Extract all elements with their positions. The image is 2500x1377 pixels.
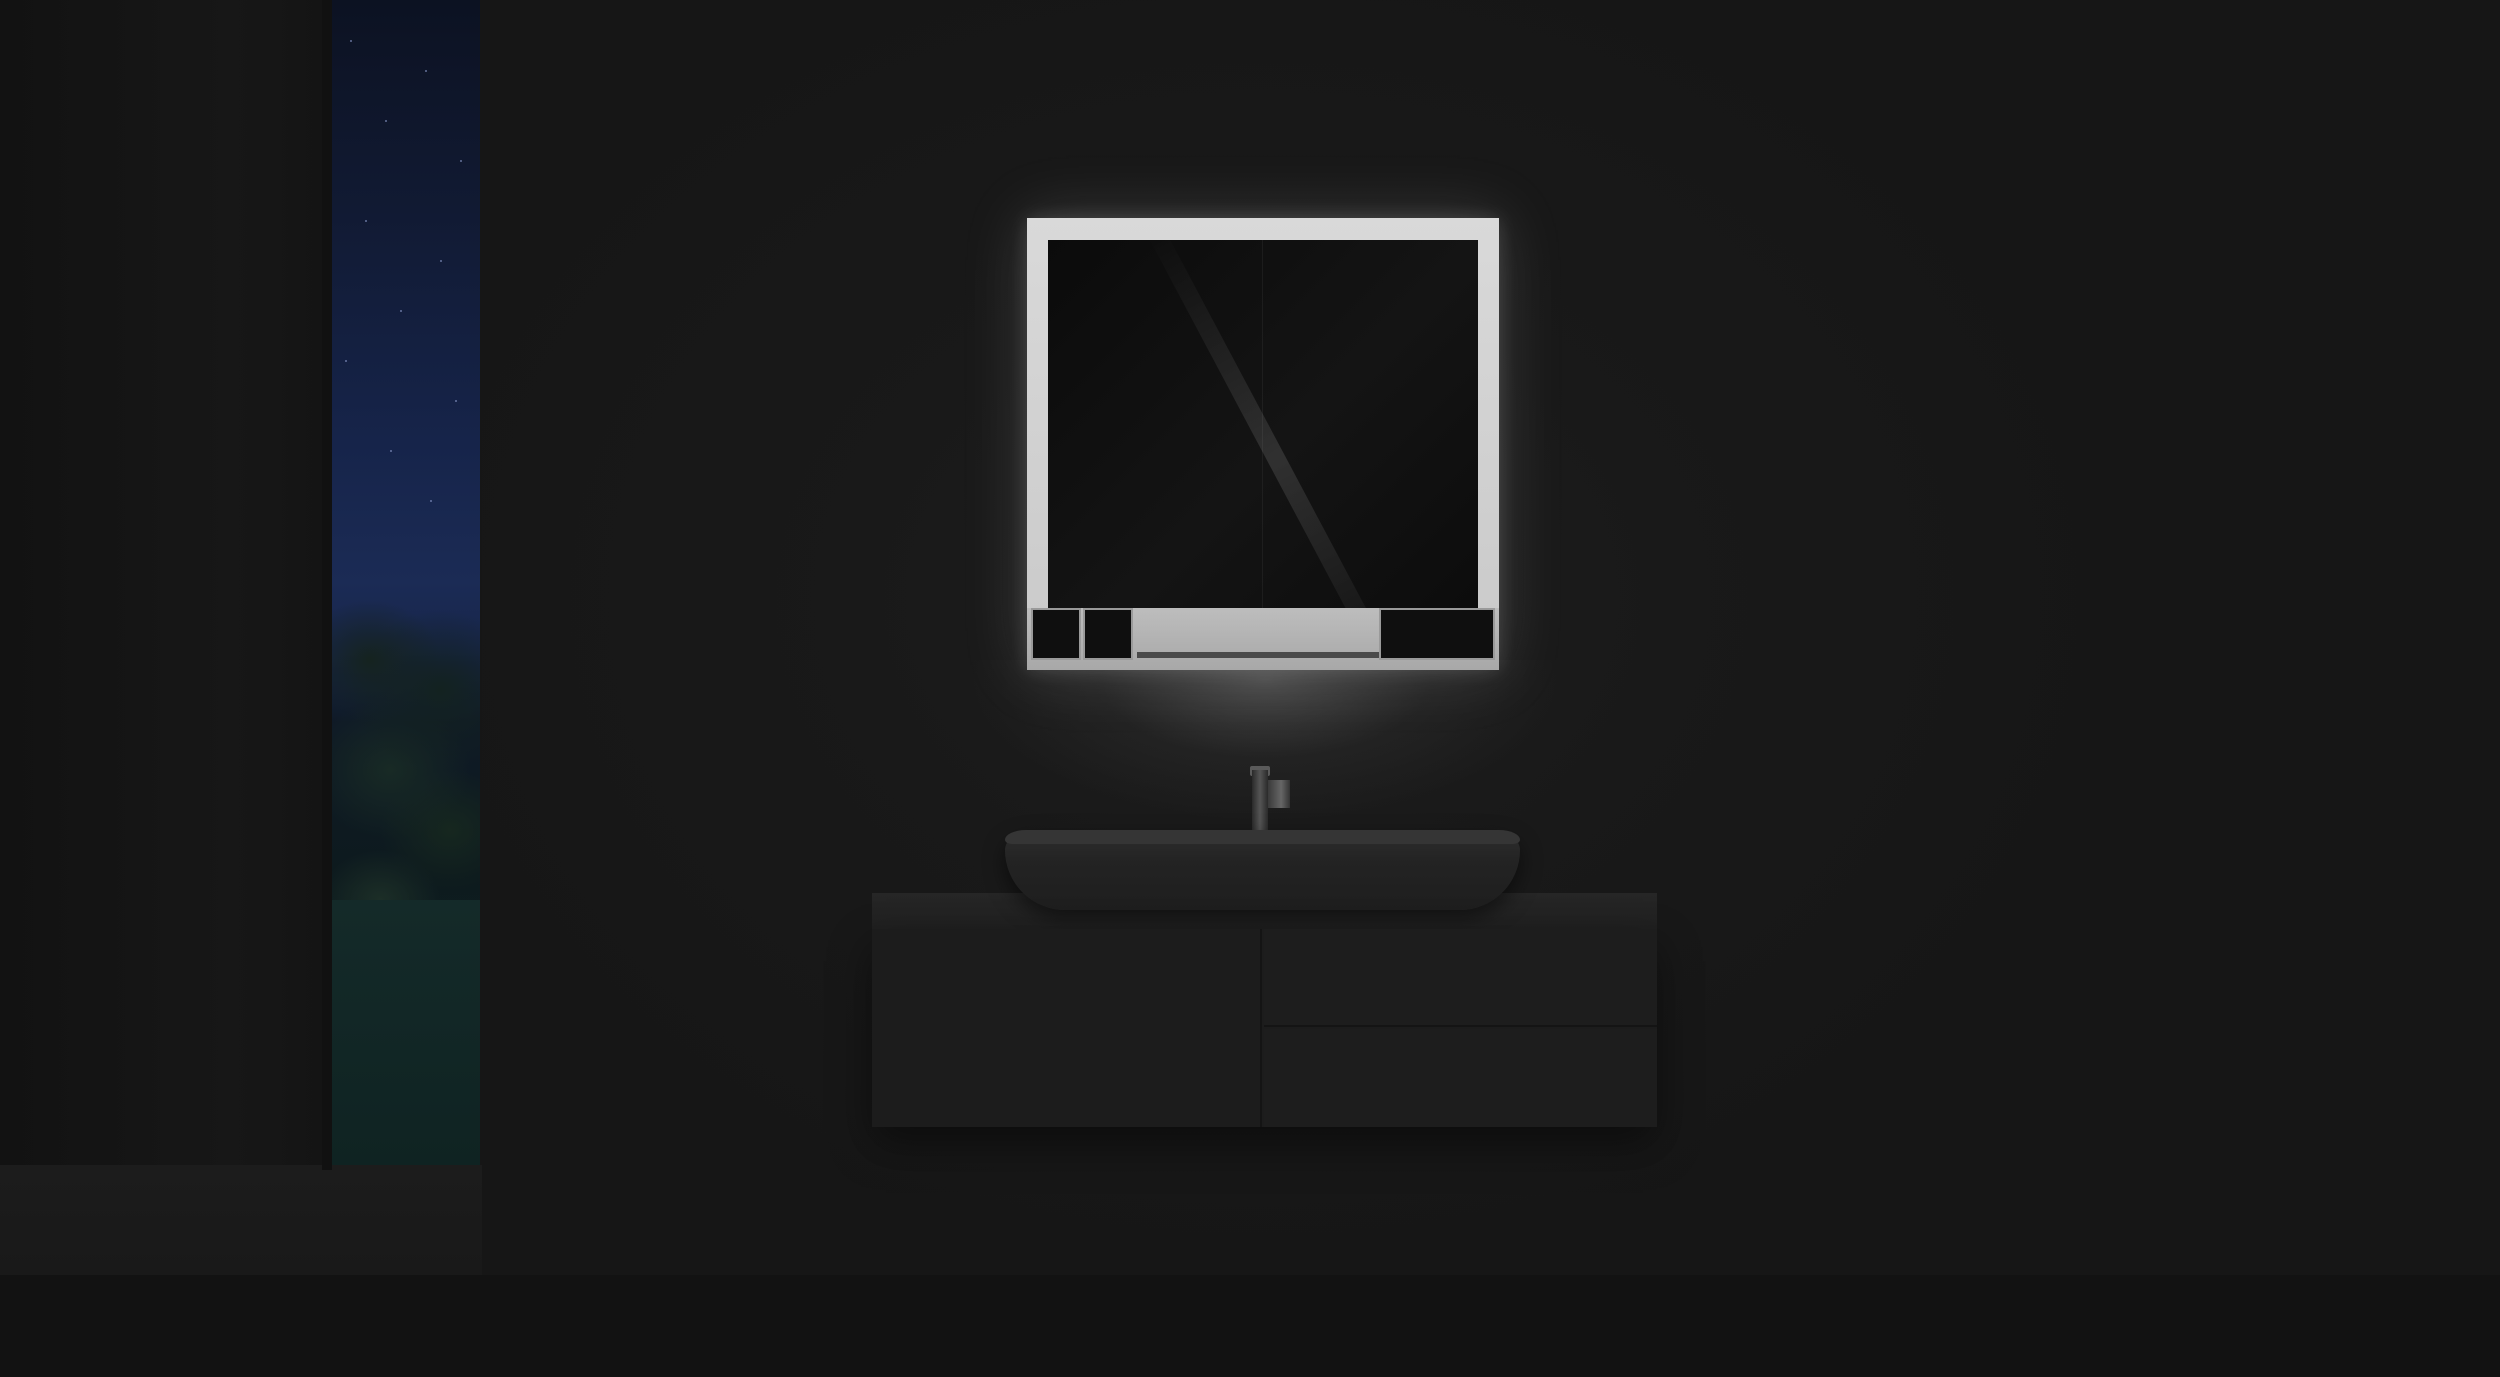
- star: [390, 450, 392, 452]
- night-window: [330, 0, 480, 1165]
- mirror-cabinet-icon: [1027, 218, 1499, 670]
- star: [460, 160, 462, 162]
- shelf-compartment: [1031, 608, 1081, 660]
- star: [345, 360, 347, 362]
- window-frame: [322, 0, 332, 1170]
- bathroom-scene: [0, 0, 2500, 1377]
- shelf-compartment: [1379, 608, 1495, 660]
- vanity-drawer-bottom: [1264, 1029, 1657, 1127]
- star: [455, 400, 457, 402]
- faucet-spout: [1268, 780, 1290, 808]
- vanity-door: [872, 929, 1262, 1127]
- faucet-icon: [1252, 770, 1268, 830]
- star: [365, 220, 367, 222]
- star: [430, 500, 432, 502]
- star: [350, 40, 352, 42]
- basin-rim: [1005, 830, 1520, 844]
- floor: [0, 1275, 2500, 1377]
- star: [400, 310, 402, 312]
- mirror-glass: [1048, 240, 1478, 608]
- mirror-shelf: [1027, 608, 1499, 670]
- star: [425, 70, 427, 72]
- vanity-cabinet: [872, 929, 1657, 1127]
- star: [385, 120, 387, 122]
- shelf-rail: [1137, 652, 1387, 658]
- mirror-reflection: [1146, 240, 1408, 608]
- vanity-drawer-top: [1264, 929, 1657, 1027]
- shelf-compartment: [1083, 608, 1133, 660]
- star: [440, 260, 442, 262]
- lawn: [330, 900, 480, 1165]
